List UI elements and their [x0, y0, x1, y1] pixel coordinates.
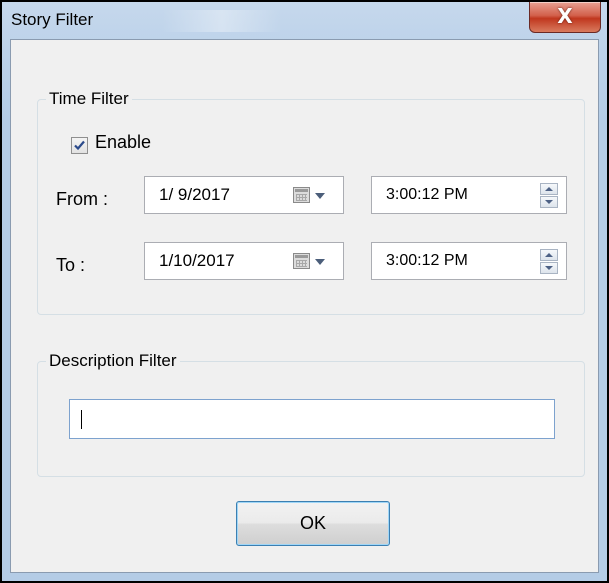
to-date-value: 1/10/2017 [159, 251, 235, 270]
story-filter-window: Story Filter X Time Filter Enable From :… [0, 0, 609, 583]
window-title: Story Filter [11, 10, 94, 29]
title-bar[interactable]: Story Filter X [2, 2, 607, 36]
time-filter-legend: Time Filter [49, 89, 129, 108]
to-label: To : [56, 255, 86, 275]
dialog-client-area: Time Filter Enable From : 1/ 9/2017 3:00… [10, 39, 599, 573]
title-bar-reflection [162, 10, 282, 32]
from-date-picker[interactable]: 1/ 9/2017 [144, 176, 344, 214]
to-time-spinner[interactable] [540, 249, 558, 275]
text-caret [81, 410, 82, 429]
calendar-icon[interactable] [293, 253, 310, 269]
spin-down-icon[interactable] [540, 196, 558, 208]
description-input[interactable] [69, 399, 555, 439]
spin-up-icon[interactable] [540, 249, 558, 261]
from-label: From : [56, 189, 108, 209]
from-time-picker[interactable]: 3:00:12 PM [371, 176, 567, 214]
enable-label[interactable]: Enable [95, 132, 151, 153]
ok-button[interactable]: OK [236, 501, 390, 546]
enable-checkbox[interactable] [71, 137, 88, 154]
chevron-down-icon[interactable] [315, 259, 325, 265]
to-date-picker[interactable]: 1/10/2017 [144, 242, 344, 280]
to-time-value: 3:00:12 PM [386, 252, 468, 269]
close-icon: X [557, 4, 573, 28]
from-date-value: 1/ 9/2017 [159, 185, 230, 204]
close-button[interactable]: X [529, 2, 601, 33]
spin-up-icon[interactable] [540, 183, 558, 195]
spin-down-icon[interactable] [540, 262, 558, 274]
chevron-down-icon[interactable] [315, 193, 325, 199]
from-time-value: 3:00:12 PM [386, 186, 468, 203]
calendar-icon[interactable] [293, 187, 310, 203]
description-filter-legend: Description Filter [49, 351, 177, 370]
to-time-picker[interactable]: 3:00:12 PM [371, 242, 567, 280]
from-time-spinner[interactable] [540, 183, 558, 209]
checkmark-icon [74, 140, 85, 151]
